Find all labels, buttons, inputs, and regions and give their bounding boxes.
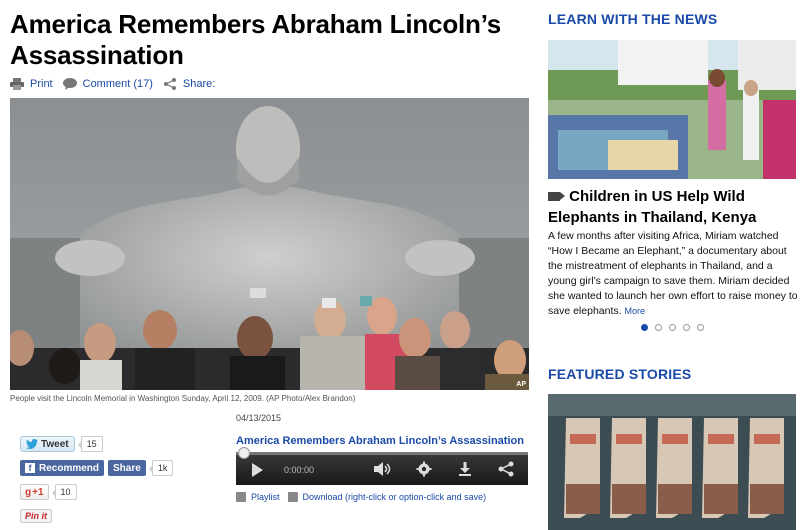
player-links: Playlist Download (right-click or option… (236, 492, 494, 502)
cowboy-boots-photo[interactable] (548, 394, 796, 530)
player-title[interactable]: America Remembers Abraham Lincoln’s Assa… (236, 435, 524, 447)
seek-bar[interactable] (236, 452, 528, 455)
gplus-label: +1 (32, 486, 44, 498)
download-label: Download (right-click or option-click an… (302, 492, 487, 502)
photo-credit: AP (516, 381, 526, 388)
player-time: 0:00:00 (284, 465, 315, 475)
article-actions: Print Comment (17) Share: (10, 76, 225, 92)
social-buttons: Tweet 15 f Recommend Share 1k g +1 10 Pi… (20, 436, 174, 530)
recommend-button[interactable]: f Recommend (20, 460, 105, 476)
more-link[interactable]: More (624, 306, 645, 316)
download-icon[interactable] (455, 461, 475, 477)
facebook-row: f Recommend Share 1k (20, 460, 174, 476)
play-icon[interactable] (252, 463, 263, 477)
seek-handle[interactable] (238, 447, 250, 459)
story-title-text: Children in US Help Wild Elephants in Th… (548, 188, 757, 226)
download-link[interactable]: Download (right-click or option-click an… (287, 492, 487, 502)
learn-heading: LEARN WITH THE NEWS (548, 11, 718, 27)
twitter-row: Tweet 15 (20, 436, 173, 452)
pin-it-button[interactable]: Pin it (20, 509, 52, 523)
story-summary-text: A few months after visiting Africa, Miri… (548, 230, 798, 317)
download-small-icon (287, 492, 298, 502)
tweet-label: Tweet (41, 438, 69, 450)
gplus-icon: g (25, 486, 32, 498)
print-link[interactable]: Print (10, 78, 53, 90)
facebook-share-button[interactable]: Share (108, 460, 146, 476)
carousel-dot[interactable] (655, 324, 662, 331)
facebook-icon: f (25, 463, 35, 473)
sidebar: LEARN WITH THE NEWS Children in US Help … (548, 0, 809, 530)
share-icon (163, 78, 176, 90)
gplus-row: g +1 10 (20, 484, 173, 500)
comment-icon (62, 78, 77, 90)
carousel-dot[interactable] (683, 324, 690, 331)
story-summary: A few months after visiting Africa, Miri… (548, 229, 800, 319)
tweet-count: 15 (77, 436, 103, 452)
comment-link[interactable]: Comment (17) (62, 78, 153, 90)
plus-icon (236, 492, 246, 502)
audio-player: 0:00:00 (236, 447, 528, 485)
comment-label: Comment (17) (82, 78, 153, 90)
playlist-link[interactable]: Playlist (236, 492, 280, 502)
gear-icon[interactable] (414, 461, 434, 477)
facebook-count: 1k (148, 460, 174, 476)
tweet-button[interactable]: Tweet (20, 436, 75, 452)
carousel-dot[interactable] (641, 324, 648, 331)
photo-caption: People visit the Lincoln Memorial in Was… (10, 394, 356, 403)
main-column: America Remembers Abraham Lincoln’s Assa… (0, 0, 535, 530)
story-title[interactable]: Children in US Help Wild Elephants in Th… (548, 186, 798, 228)
twitter-bird-icon (26, 439, 38, 449)
lincoln-memorial-photo: AP (10, 98, 529, 390)
carousel-dot[interactable] (669, 324, 676, 331)
volume-icon[interactable] (372, 461, 392, 477)
featured-heading: FEATURED STORIES (548, 366, 692, 382)
carousel-dots (641, 324, 711, 331)
pinterest-row: Pin it (20, 508, 173, 524)
gplus-button[interactable]: g +1 (20, 484, 49, 500)
playlist-label: Playlist (251, 492, 280, 502)
gplus-count: 10 (51, 484, 77, 500)
recommend-label: Recommend (39, 462, 100, 474)
article-date: 04/13/2015 (236, 413, 282, 423)
share-link[interactable]: Share: (163, 78, 215, 90)
children-market-photo[interactable] (548, 40, 796, 179)
video-camera-icon (548, 192, 565, 201)
share-label: Share: (182, 78, 216, 90)
printer-icon (10, 78, 24, 90)
share-icon[interactable] (496, 461, 516, 477)
article-title: America Remembers Abraham Lincoln’s Assa… (10, 9, 502, 70)
print-label: Print (30, 78, 53, 90)
carousel-dot[interactable] (697, 324, 704, 331)
